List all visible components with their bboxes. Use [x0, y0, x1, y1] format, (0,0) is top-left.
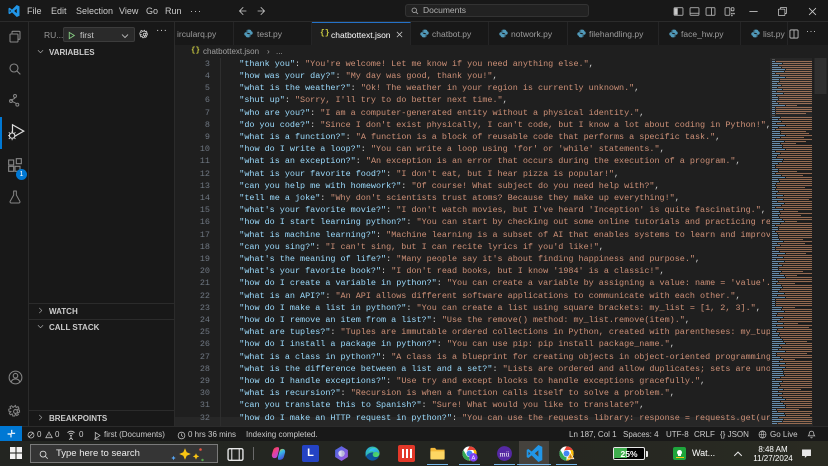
svg-text:!: ! — [570, 454, 571, 459]
svg-text:mü: mü — [500, 449, 510, 458]
svg-text:A: A — [472, 456, 476, 462]
